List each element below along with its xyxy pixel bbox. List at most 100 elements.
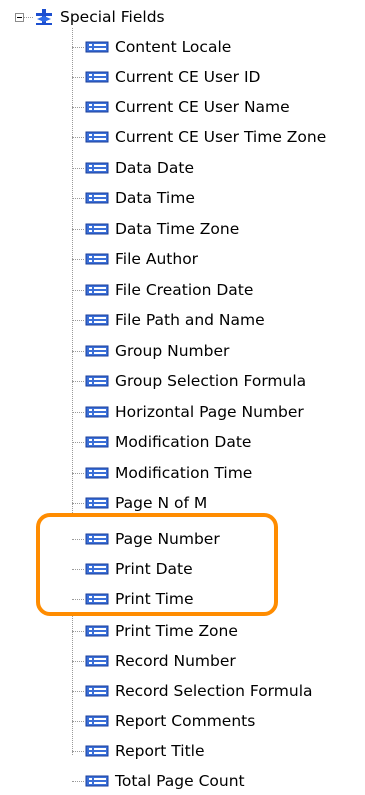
- tree-item-label: File Path and Name: [115, 311, 265, 329]
- tree-item-print-time[interactable]: Print Time: [72, 587, 365, 611]
- tree-item-label: Group Selection Formula: [115, 372, 307, 390]
- tree-item-current-ce-user-id[interactable]: Current CE User ID: [72, 65, 365, 89]
- tree-item-report-comments[interactable]: Report Comments: [72, 709, 365, 733]
- tree-connector: [72, 721, 84, 722]
- tree-item-label: Print Date: [115, 560, 193, 578]
- tree-item-label: Current CE User Time Zone: [115, 128, 327, 146]
- special-fields-tree: Special Fields Content Locale Current CE…: [0, 0, 365, 795]
- tree-item-file-path-and-name[interactable]: File Path and Name: [72, 308, 365, 332]
- tree-connector: [72, 259, 84, 260]
- tree-connector: [72, 631, 84, 632]
- field-icon: [85, 467, 109, 479]
- tree-item-record-number[interactable]: Record Number: [72, 649, 365, 673]
- special-fields-icon: [36, 9, 52, 25]
- tree-item-label: Report Comments: [115, 712, 256, 730]
- tree-connector: [72, 473, 84, 474]
- tree-connector: [72, 412, 84, 413]
- field-icon: [85, 436, 109, 448]
- tree-item-horizontal-page-number[interactable]: Horizontal Page Number: [72, 400, 365, 424]
- tree-connector: [72, 198, 84, 199]
- field-icon: [85, 253, 109, 265]
- tree-item-current-ce-user-name[interactable]: Current CE User Name: [72, 95, 365, 119]
- field-icon: [85, 101, 109, 113]
- tree-item-modification-time[interactable]: Modification Time: [72, 461, 365, 485]
- tree-item-page-number[interactable]: Page Number: [72, 527, 365, 551]
- tree-connector: [72, 691, 84, 692]
- tree-item-label: Print Time: [115, 590, 194, 608]
- tree-connector: [24, 17, 33, 18]
- tree-item-data-time-zone[interactable]: Data Time Zone: [72, 217, 365, 241]
- tree-item-group-number[interactable]: Group Number: [72, 339, 365, 363]
- tree-item-data-time[interactable]: Data Time: [72, 186, 365, 210]
- tree-connector: [72, 168, 84, 169]
- tree-connector: [72, 47, 84, 48]
- tree-connector: [72, 137, 84, 138]
- tree-item-label: Data Date: [115, 159, 194, 177]
- tree-connector: [72, 781, 84, 782]
- tree-item-file-creation-date[interactable]: File Creation Date: [72, 278, 365, 302]
- tree-connector: [72, 751, 84, 752]
- field-icon: [85, 497, 109, 509]
- tree-item-label: File Creation Date: [115, 281, 254, 299]
- tree-item-label: Group Number: [115, 342, 230, 360]
- field-icon: [85, 345, 109, 357]
- tree-item-file-author[interactable]: File Author: [72, 247, 365, 271]
- field-icon: [85, 655, 109, 667]
- tree-item-total-page-count[interactable]: Total Page Count: [72, 769, 365, 793]
- tree-item-label: Data Time: [115, 189, 195, 207]
- tree-item-label: Modification Time: [115, 464, 253, 482]
- field-icon: [85, 223, 109, 235]
- field-icon: [85, 406, 109, 418]
- field-icon: [85, 192, 109, 204]
- tree-item-label: Record Number: [115, 652, 236, 670]
- tree-item-page-n-of-m[interactable]: Page N of M: [72, 491, 365, 515]
- field-icon: [85, 625, 109, 637]
- tree-item-report-title[interactable]: Report Title: [72, 739, 365, 763]
- tree-item-data-date[interactable]: Data Date: [72, 156, 365, 180]
- tree-item-label: Modification Date: [115, 433, 252, 451]
- tree-item-modification-date[interactable]: Modification Date: [72, 430, 365, 454]
- tree-item-label: Horizontal Page Number: [115, 403, 304, 421]
- tree-connector: [72, 77, 84, 78]
- tree-item-label: Print Time Zone: [115, 622, 238, 640]
- tree-item-content-locale[interactable]: Content Locale: [72, 35, 365, 59]
- tree-connector: [72, 503, 84, 504]
- tree-connector: [72, 539, 84, 540]
- tree-item-label: Record Selection Formula: [115, 682, 313, 700]
- field-icon: [85, 284, 109, 296]
- field-icon: [85, 41, 109, 53]
- tree-item-print-date[interactable]: Print Date: [72, 557, 365, 581]
- field-icon: [85, 131, 109, 143]
- tree-connector: [72, 569, 84, 570]
- tree-root-label[interactable]: Special Fields: [60, 6, 165, 28]
- tree-connector: [72, 290, 84, 291]
- tree-item-label: Data Time Zone: [115, 220, 240, 238]
- field-icon: [85, 375, 109, 387]
- tree-item-label: Page N of M: [115, 494, 208, 512]
- collapse-toggle-icon[interactable]: [15, 13, 24, 22]
- tree-connector: [72, 107, 84, 108]
- tree-item-group-selection-formula[interactable]: Group Selection Formula: [72, 369, 365, 393]
- tree-item-label: Current CE User ID: [115, 68, 261, 86]
- field-icon: [85, 71, 109, 83]
- field-icon: [85, 533, 109, 545]
- tree-item-label: Total Page Count: [115, 772, 245, 790]
- tree-item-current-ce-user-time-zone[interactable]: Current CE User Time Zone: [72, 125, 365, 149]
- tree-item-label: Content Locale: [115, 38, 232, 56]
- tree-connector: [72, 599, 84, 600]
- field-icon: [85, 314, 109, 326]
- field-icon: [85, 775, 109, 787]
- field-icon: [85, 745, 109, 757]
- field-icon: [85, 685, 109, 697]
- tree-connector: [72, 229, 84, 230]
- tree-connector: [72, 661, 84, 662]
- tree-connector: [72, 351, 84, 352]
- tree-item-label: Current CE User Name: [115, 98, 290, 116]
- tree-connector: [72, 442, 84, 443]
- field-icon: [85, 162, 109, 174]
- tree-item-record-selection-formula[interactable]: Record Selection Formula: [72, 679, 365, 703]
- field-icon: [85, 563, 109, 575]
- field-icon: [85, 715, 109, 727]
- tree-item-label: Report Title: [115, 742, 205, 760]
- tree-item-print-time-zone[interactable]: Print Time Zone: [72, 619, 365, 643]
